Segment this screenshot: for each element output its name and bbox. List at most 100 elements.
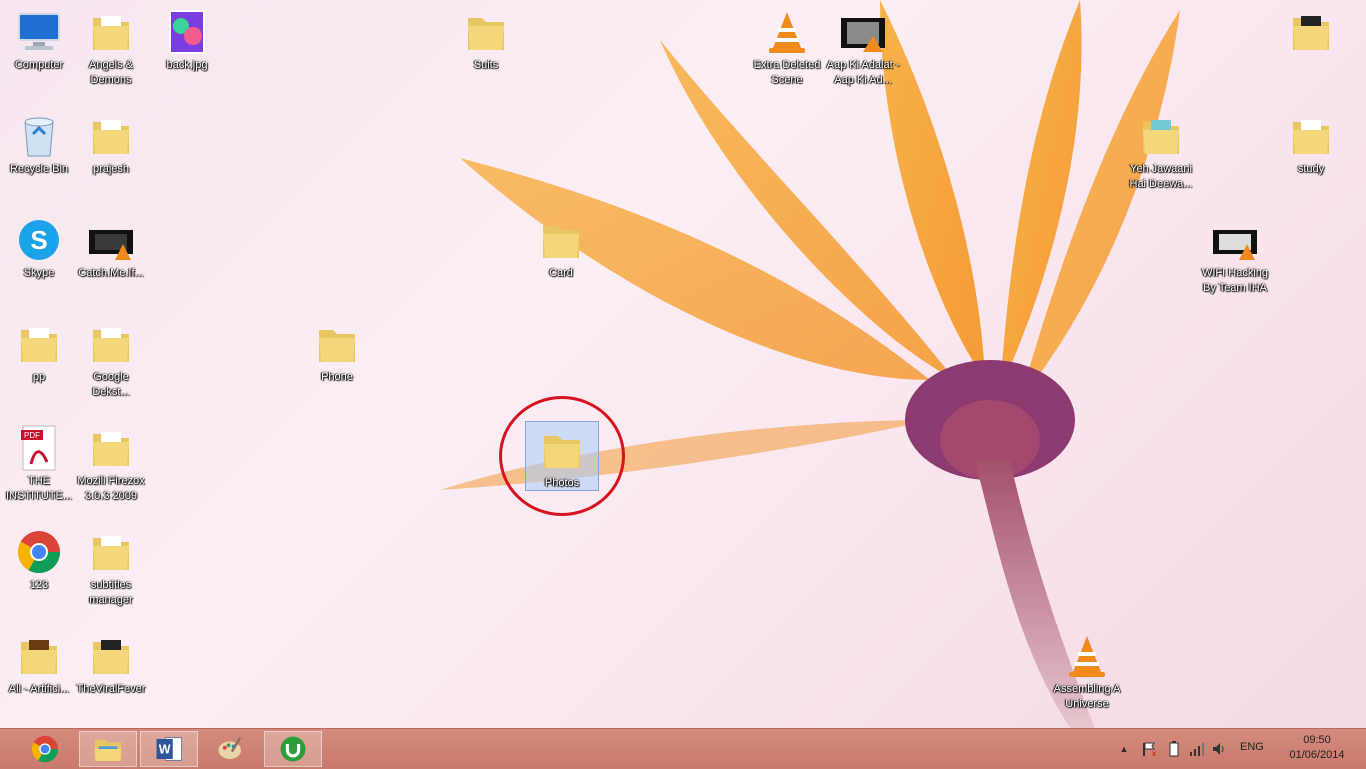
folder-icon — [93, 640, 129, 674]
taskbar: W ▲ x ENG 09:50 01/06/2014 — [0, 728, 1366, 769]
chrome-icon — [31, 735, 59, 763]
icon-label: Recycle Bin — [9, 163, 69, 175]
icon-label: Yeh Jawaani Hai Deewa... — [1129, 163, 1193, 190]
icon-label: Computer — [14, 59, 64, 71]
desktop-icon-skype[interactable]: S Skype — [0, 212, 78, 312]
desktop-icon-folder[interactable]: All - Artifici... — [0, 628, 78, 728]
icon-label: Mozill Firezox 3.0.3 2009 — [77, 475, 145, 502]
taskbar-chrome-button[interactable] — [16, 731, 74, 767]
icon-label: TheViralFever — [76, 683, 146, 695]
desktop-icon-computer[interactable]: Computer — [0, 4, 78, 104]
icon-label: Catch.Me.If... — [78, 267, 144, 279]
desktop-icon-folder[interactable]: subtitles manager — [72, 524, 150, 624]
icon-label: back.jpg — [166, 59, 208, 71]
paint-icon — [218, 736, 242, 759]
folder-icon — [93, 432, 129, 466]
folder-icon — [319, 330, 355, 362]
clock[interactable]: 09:50 01/06/2014 — [1282, 733, 1352, 763]
desktop-icon-pdf[interactable]: PDF THE INSTITUTE... — [0, 420, 78, 520]
folder-icon — [468, 18, 504, 50]
vlc-icon — [769, 12, 805, 53]
icon-label: study — [1297, 163, 1325, 175]
desktop-icon-video[interactable]: Catch.Me.If... — [72, 212, 150, 312]
icon-label: Aap Ki Adalat - Aap Ki Ad... — [826, 59, 900, 86]
desktop-icon-folder[interactable]: Mozill Firezox 3.0.3 2009 — [72, 420, 150, 520]
chrome-icon — [17, 531, 61, 574]
folder-icon — [93, 328, 129, 362]
icon-label: Photos — [544, 477, 580, 489]
folder-icon — [544, 436, 580, 468]
computer-icon — [18, 13, 60, 50]
folder-icon — [1293, 16, 1329, 50]
taskbar-utorrent-button[interactable] — [264, 731, 322, 767]
desktop-icon-folder[interactable]: study — [1272, 108, 1350, 208]
desktop-icon-video[interactable]: WIFI Hacking By Team IHA — [1196, 212, 1274, 312]
desktop-icon-vlc[interactable]: Extra Deleted Scene — [748, 4, 826, 104]
desktop-icon-folder[interactable]: prajesh — [72, 108, 150, 208]
volume-icon[interactable] — [1210, 737, 1228, 761]
icon-label: Card — [549, 267, 573, 279]
network-icon[interactable] — [1188, 737, 1206, 761]
desktop-icon-folder[interactable]: Yeh Jawaani Hai Deewa... — [1122, 108, 1200, 208]
desktop-icon-folder[interactable]: Angels & Demons — [72, 4, 150, 104]
battery-icon[interactable] — [1166, 737, 1182, 761]
desktop-icon-folder[interactable]: TheViralFever — [72, 628, 150, 728]
svg-text:S: S — [30, 225, 47, 255]
icon-label: 123 — [29, 579, 49, 591]
icon-label: All - Artifici... — [8, 683, 70, 695]
desktop-icon-folder-selected[interactable]: Photos — [525, 421, 599, 491]
icon-label: subtitles manager — [89, 579, 133, 606]
video-file-icon — [841, 18, 885, 52]
icon-label: Angels & Demons — [88, 59, 134, 86]
vlc-icon — [1069, 636, 1105, 677]
video-file-icon — [89, 230, 133, 260]
folder-icon — [543, 226, 579, 258]
icon-label: Skype — [23, 267, 55, 279]
action-center-flag-icon[interactable]: x — [1140, 737, 1158, 761]
desktop-icon-image[interactable]: back.jpg — [148, 4, 226, 104]
desktop-icon-folder[interactable]: Google Dekst... — [72, 316, 150, 416]
pdf-icon: PDF — [21, 425, 56, 471]
desktop-icon-recycle-bin[interactable]: Recycle Bin — [0, 108, 78, 208]
folder-icon — [1293, 120, 1329, 154]
svg-text:x: x — [1152, 749, 1156, 757]
desktop-icon-folder[interactable]: Phone — [298, 316, 376, 416]
show-hidden-icons-button[interactable]: ▲ — [1118, 737, 1130, 761]
folder-icon — [93, 536, 129, 570]
icon-label: prajesh — [92, 163, 130, 175]
icon-label: Suits — [473, 59, 499, 71]
word-icon: W — [156, 737, 182, 761]
desktop-icon-folder[interactable]: Card — [522, 212, 600, 312]
taskbar-paint-button[interactable] — [202, 731, 260, 767]
recycle-bin-icon — [24, 117, 54, 157]
folder-icon — [21, 328, 57, 362]
image-file-icon — [169, 10, 205, 54]
video-file-icon — [1213, 230, 1257, 260]
folder-icon — [93, 120, 129, 154]
language-indicator[interactable]: ENG — [1240, 741, 1264, 753]
svg-text:PDF: PDF — [24, 431, 40, 440]
file-explorer-icon — [94, 739, 122, 761]
desktop-icon-folder[interactable] — [1272, 4, 1350, 104]
folder-icon — [93, 16, 129, 50]
icon-label: WIFI Hacking By Team IHA — [1201, 267, 1268, 294]
utorrent-icon — [280, 736, 306, 762]
desktop[interactable]: Computer Angels & Demons back.jpg Suits … — [0, 0, 1366, 728]
desktop-icon-vlc[interactable]: Assembling A Universe — [1048, 628, 1126, 728]
desktop-icon-folder[interactable]: Suits — [447, 4, 525, 104]
desktop-icon-folder[interactable]: pp — [0, 316, 78, 416]
desktop-icon-video[interactable]: Aap Ki Adalat - Aap Ki Ad... — [824, 4, 902, 104]
folder-icon — [1143, 120, 1179, 154]
folder-icon — [21, 640, 57, 674]
taskbar-word-button[interactable]: W — [140, 731, 198, 767]
svg-text:W: W — [159, 742, 171, 756]
icon-label: Assembling A Universe — [1053, 683, 1121, 710]
icon-label: Phone — [321, 371, 353, 383]
icon-label: Extra Deleted Scene — [753, 59, 821, 86]
desktop-icon-chrome[interactable]: 123 — [0, 524, 78, 624]
icon-label: THE INSTITUTE... — [6, 475, 72, 502]
skype-icon: S — [19, 220, 59, 260]
taskbar-explorer-button[interactable] — [79, 731, 137, 767]
clock-date: 01/06/2014 — [1289, 749, 1345, 761]
icon-label: pp — [32, 371, 46, 383]
